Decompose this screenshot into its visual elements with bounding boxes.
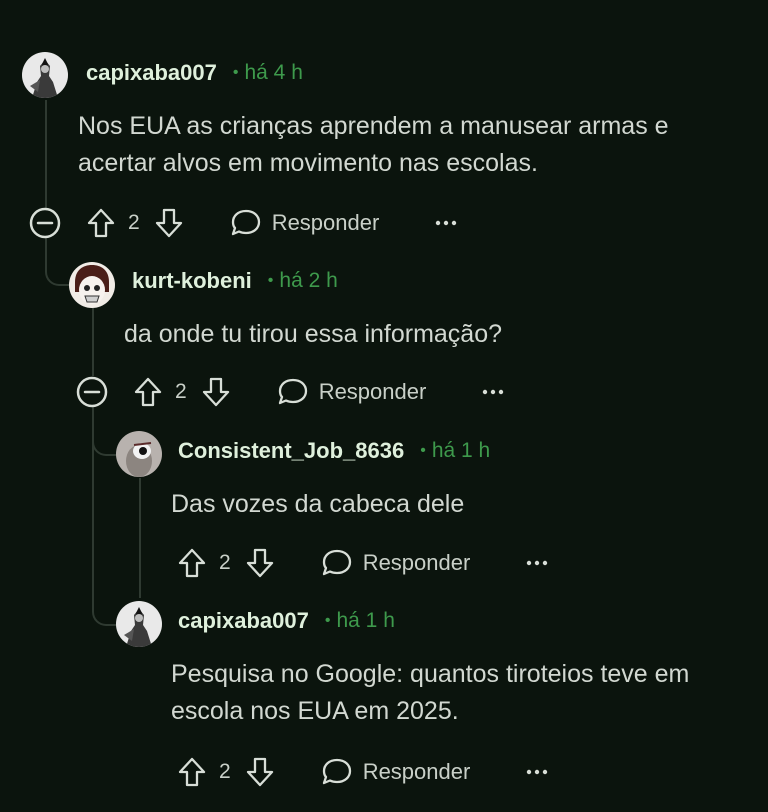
thread-line-root — [45, 100, 47, 208]
thread-line-level2 — [92, 308, 94, 376]
comment-body: da onde tu tirou essa informação? — [124, 316, 502, 353]
speech-bubble-icon — [231, 209, 260, 236]
minus-circle-icon[interactable] — [75, 375, 109, 409]
speech-bubble-icon — [322, 758, 351, 785]
timestamp: há 1 h — [431, 439, 491, 462]
separator-dot: • — [232, 64, 239, 81]
comment-header: capixaba007 • há 1 h — [178, 606, 395, 636]
minus-circle-icon[interactable] — [28, 206, 62, 240]
reply-label: Responder — [362, 759, 471, 784]
reply-button[interactable]: Responder — [230, 208, 380, 238]
speech-bubble-icon — [278, 378, 307, 405]
vote-count: 2 — [175, 380, 187, 403]
vote-count: 2 — [219, 551, 231, 574]
reply-button[interactable]: Responder — [321, 757, 471, 787]
comment-body: Das vozes da cabeca dele — [171, 486, 464, 523]
upvote-arrow-icon[interactable] — [133, 376, 163, 408]
comment-line: escola nos EUA em 2025. — [171, 697, 459, 725]
avatar[interactable] — [69, 262, 115, 308]
username[interactable]: capixaba007 — [178, 608, 309, 634]
username[interactable]: capixaba007 — [86, 60, 217, 86]
comment-header: capixaba007 • há 4 h — [86, 58, 303, 88]
comment-line: Nos EUA as crianças aprendem a manusear … — [78, 112, 669, 140]
comment-header: kurt-kobeni • há 2 h — [132, 266, 338, 296]
avatar[interactable] — [116, 431, 162, 477]
comment-actions: 2 Responder — [75, 370, 504, 414]
comment-header: Consistent_Job_8636 • há 1 h — [178, 436, 490, 466]
reply-button[interactable]: Responder — [321, 548, 471, 578]
reply-label: Responder — [271, 210, 380, 235]
upvote-arrow-icon[interactable] — [177, 756, 207, 788]
timestamp: há 2 h — [279, 269, 338, 292]
vote-count: 2 — [219, 760, 231, 783]
reply-button[interactable]: Responder — [277, 377, 427, 407]
timestamp: há 1 h — [336, 609, 395, 632]
speech-bubble-icon — [322, 549, 351, 576]
comment-line: da onde tu tirou essa informação? — [124, 320, 503, 348]
avatar[interactable] — [22, 52, 68, 98]
comment-actions: 2 Responder — [28, 201, 457, 245]
comment-body: Pesquisa no Google: quantos tiroteios te… — [171, 656, 689, 730]
timestamp: há 4 h — [244, 61, 303, 84]
username[interactable]: kurt-kobeni — [132, 268, 252, 294]
comment-actions: 2 Responder — [177, 750, 548, 794]
ellipsis-icon[interactable] — [482, 388, 504, 396]
thread-line-level3 — [139, 478, 141, 598]
ellipsis-icon[interactable] — [526, 559, 548, 567]
downvote-arrow-icon[interactable] — [245, 756, 275, 788]
comment-line: Das vozes da cabeca dele — [171, 490, 465, 518]
comment-line: acertar alvos em movimento nas escolas. — [78, 149, 538, 177]
ellipsis-icon[interactable] — [526, 768, 548, 776]
upvote-arrow-icon[interactable] — [177, 547, 207, 579]
downvote-arrow-icon[interactable] — [154, 207, 184, 239]
username[interactable]: Consistent_Job_8636 — [178, 438, 404, 464]
reply-label: Responder — [318, 379, 427, 404]
reply-label: Responder — [362, 550, 471, 575]
avatar[interactable] — [116, 601, 162, 647]
downvote-arrow-icon[interactable] — [201, 376, 231, 408]
upvote-arrow-icon[interactable] — [86, 207, 116, 239]
separator-dot: • — [420, 442, 426, 459]
ellipsis-icon[interactable] — [435, 219, 457, 227]
comment-actions: 2 Responder — [177, 541, 548, 585]
vote-count: 2 — [128, 211, 140, 234]
comment-body: Nos EUA as crianças aprendem a manusear … — [78, 108, 669, 182]
separator-dot: • — [267, 272, 274, 289]
separator-dot: • — [324, 612, 331, 629]
comment-line: Pesquisa no Google: quantos tiroteios te… — [171, 660, 690, 688]
downvote-arrow-icon[interactable] — [245, 547, 275, 579]
